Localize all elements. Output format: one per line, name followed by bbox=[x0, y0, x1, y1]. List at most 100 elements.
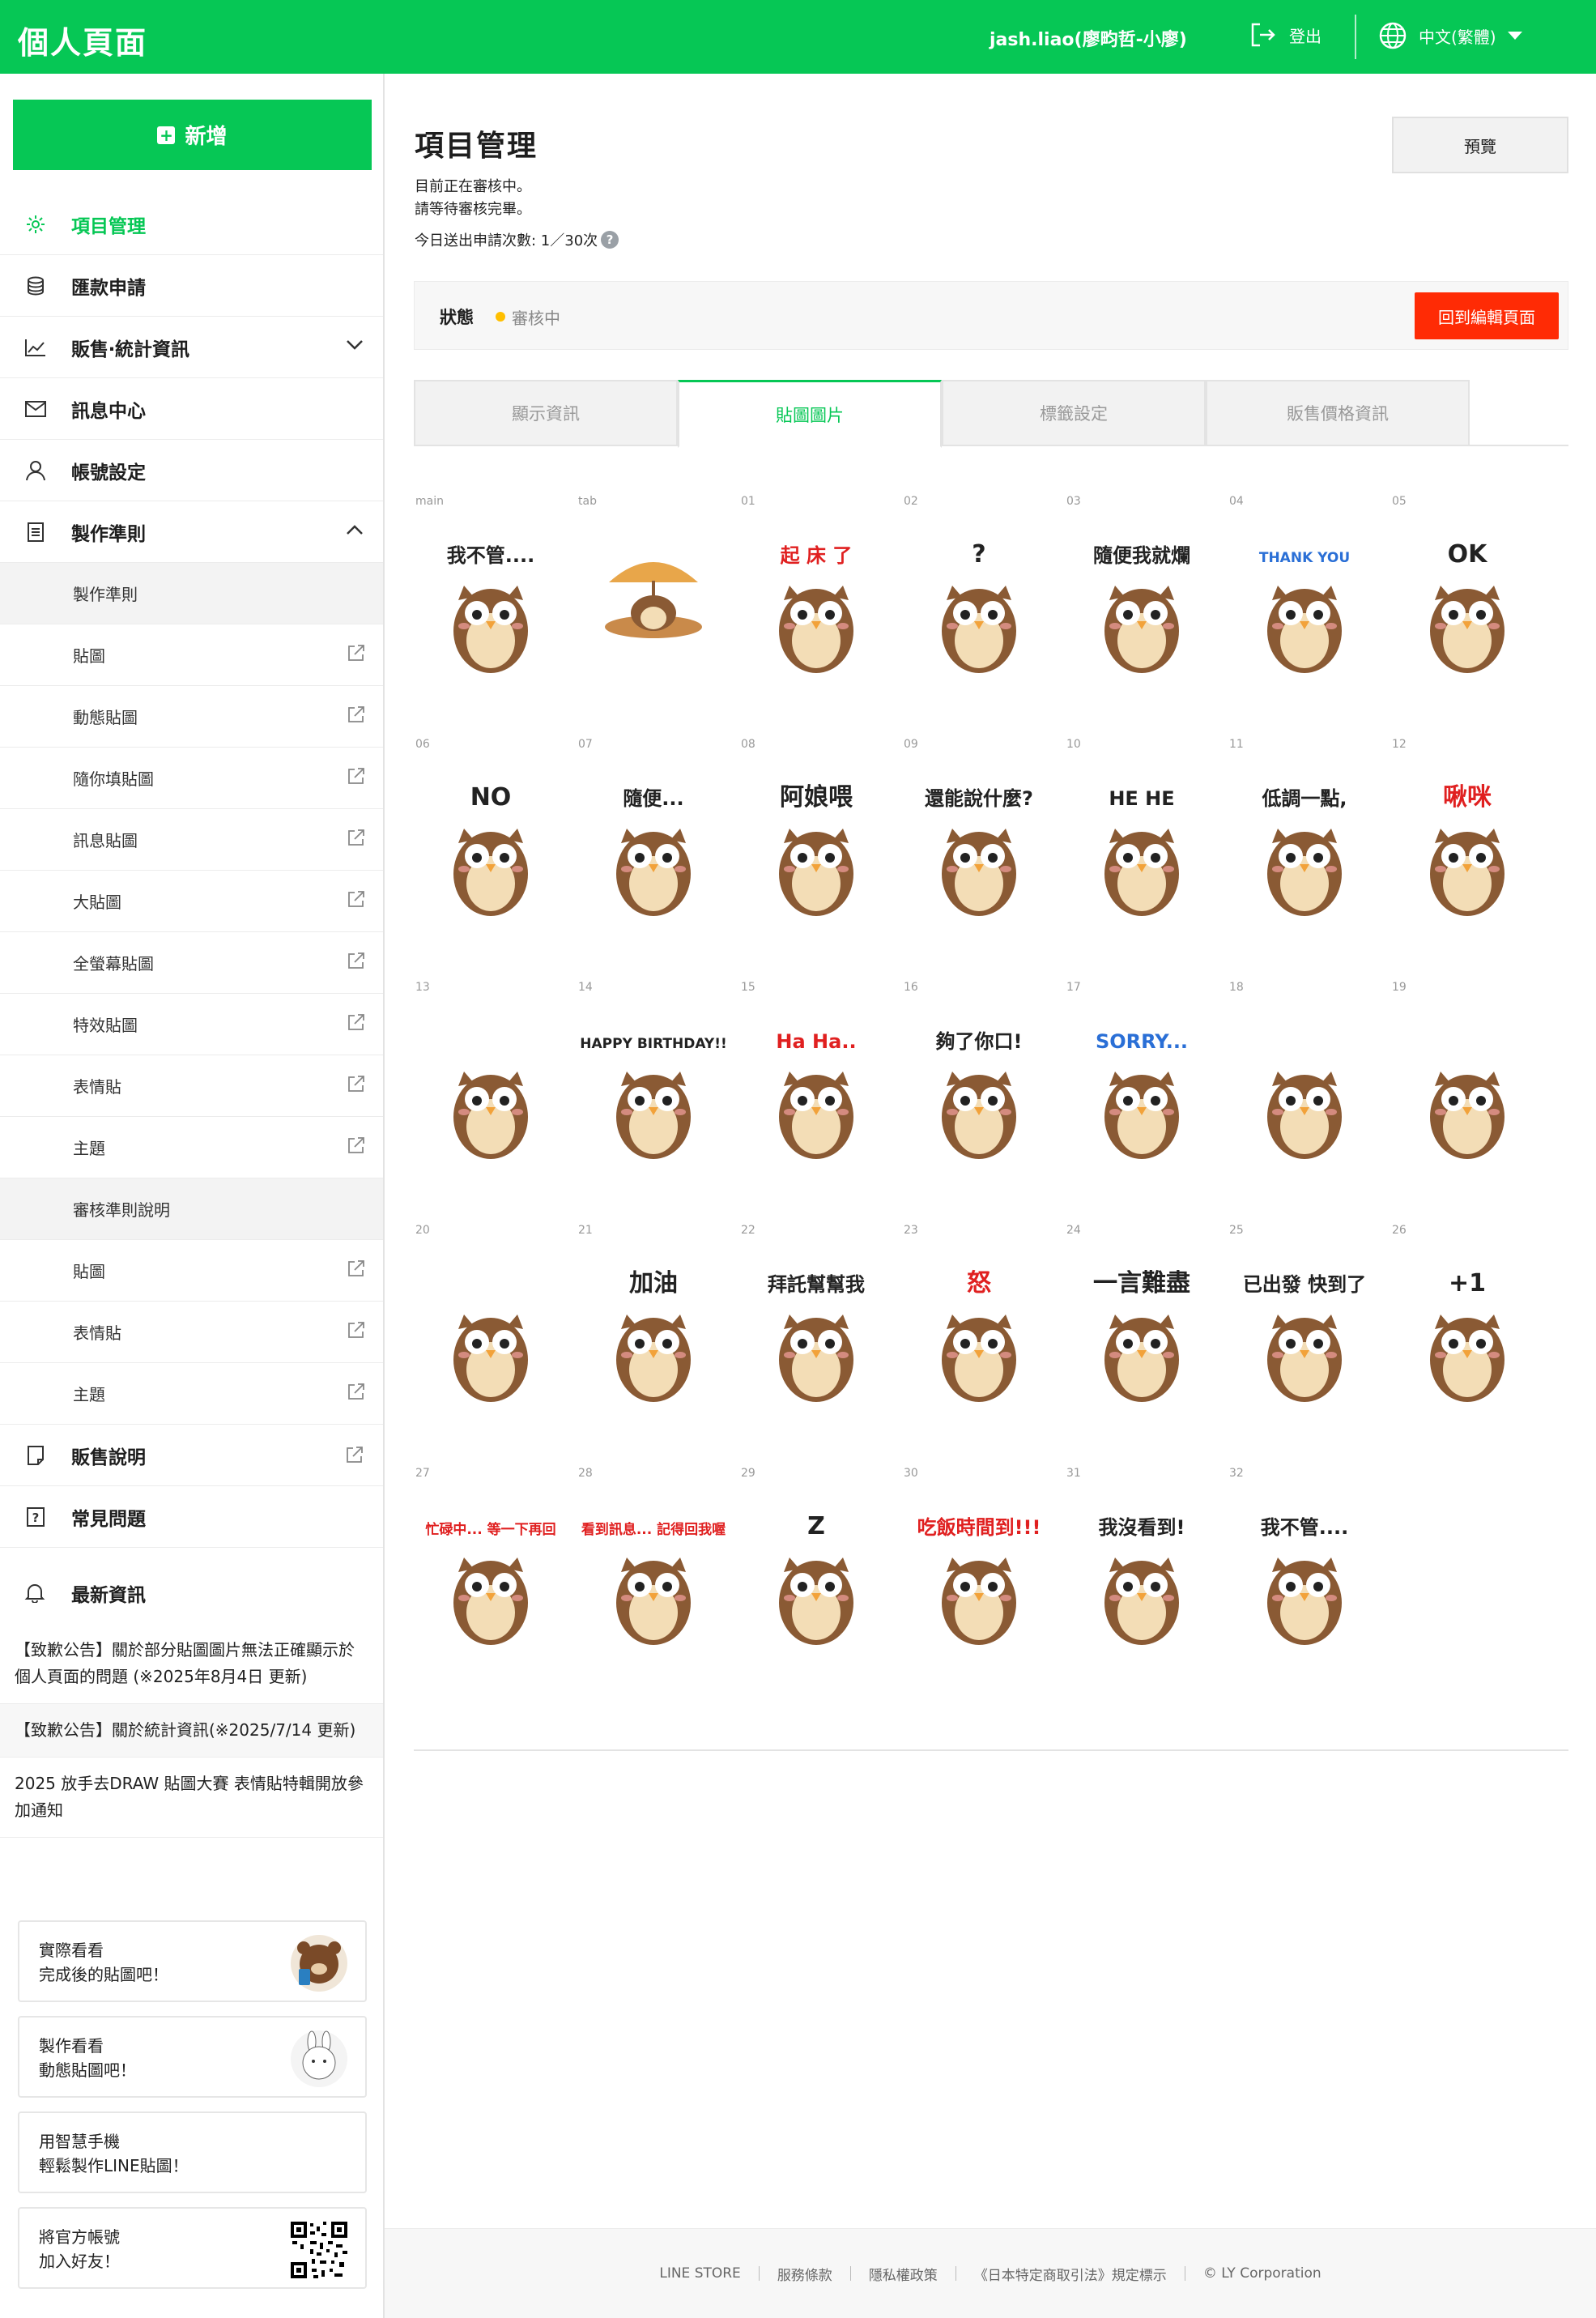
sidebar-item-sales-info[interactable]: 販售說明 bbox=[0, 1425, 383, 1486]
sidebar-subitem[interactable]: 動態貼圖 bbox=[0, 686, 383, 748]
sticker-item[interactable]: 20 bbox=[414, 1224, 576, 1467]
sidebar-item-label: 常見問題 bbox=[71, 1508, 146, 1530]
tab-bar: 顯示資訊 貼圖圖片 標籤設定 販售價格資訊 bbox=[414, 380, 1568, 448]
sidebar-subitem[interactable]: 隨你填貼圖 bbox=[0, 748, 383, 809]
coins-icon bbox=[24, 275, 47, 297]
owl-sticker-image: 隨便我就爛 bbox=[1093, 544, 1190, 673]
sticker-item[interactable]: 04 THANK YOU bbox=[1228, 495, 1390, 738]
sticker-item[interactable]: 01 起 床 了 bbox=[739, 495, 901, 738]
help-icon[interactable]: ? bbox=[601, 231, 619, 249]
sticker-item[interactable]: 10 HE HE bbox=[1065, 738, 1227, 981]
sticker-item[interactable]: 03 隨便我就爛 bbox=[1065, 495, 1227, 738]
owl-sticker-image: 吃飯時間到!!! bbox=[917, 1516, 1041, 1645]
sidebar-subitem[interactable]: 大貼圖 bbox=[0, 871, 383, 932]
sidebar-subitem[interactable]: 特效貼圖 bbox=[0, 994, 383, 1055]
footer-link-commerce-law[interactable]: 《日本特定商取引法》規定標示 bbox=[974, 2264, 1167, 2284]
sticker-item[interactable]: 06 NO bbox=[414, 738, 576, 981]
sticker-item[interactable]: 28 看到訊息... 記得回我喔 bbox=[577, 1467, 738, 1710]
sticker-number: tab bbox=[578, 495, 597, 508]
sticker-item[interactable]: 26 +1 bbox=[1390, 1224, 1552, 1467]
sidebar-subitem[interactable]: 訊息貼圖 bbox=[0, 809, 383, 871]
sticker-item[interactable]: 27 忙碌中... 等一下再回 bbox=[414, 1467, 576, 1710]
sticker-caption: 我沒看到! bbox=[1099, 1516, 1185, 1539]
sticker-item[interactable]: 12 啾咪 bbox=[1390, 738, 1552, 981]
sidebar-subitem[interactable]: 主題 bbox=[0, 1117, 383, 1178]
sticker-number: 22 bbox=[741, 1224, 755, 1237]
sidebar-item-account-settings[interactable]: 帳號設定 bbox=[0, 440, 383, 501]
tab-display-info[interactable]: 顯示資訊 bbox=[414, 380, 678, 446]
sticker-item[interactable]: main 我不管.... bbox=[414, 495, 576, 738]
owl-sticker-image: ? bbox=[942, 540, 1016, 673]
sticker-item[interactable]: 09 還能說什麼? bbox=[902, 738, 1064, 981]
news-item[interactable]: 【致歉公告】關於部分貼圖圖片無法正確顯示於個人頁面的問題 (※2025年8月4日… bbox=[0, 1624, 383, 1704]
sticker-item[interactable]: 02? bbox=[902, 495, 1064, 738]
sidebar-item-sales-stats[interactable]: 販售‧統計資訊 bbox=[0, 317, 383, 378]
footer-copyright: © LY Corporation bbox=[1202, 2265, 1321, 2282]
sidebar-subitem[interactable]: 貼圖 bbox=[0, 1240, 383, 1302]
sidebar-subitem[interactable]: 全螢幕貼圖 bbox=[0, 932, 383, 994]
sticker-number: 12 bbox=[1392, 738, 1407, 751]
sidebar-subitem-label: 大貼圖 bbox=[73, 893, 121, 912]
sticker-item[interactable]: 19 bbox=[1390, 981, 1552, 1224]
sticker-caption: NO bbox=[470, 783, 512, 812]
tab-tag-settings[interactable]: 標籤設定 bbox=[942, 380, 1206, 446]
latest-news-label: 最新資訊 bbox=[71, 1585, 146, 1606]
sticker-item[interactable]: 32 我不管.... bbox=[1228, 1467, 1390, 1710]
promo-card-preview[interactable]: 實際看看 完成後的貼圖吧！ bbox=[18, 1920, 367, 2002]
sticker-item[interactable]: 14 HAPPY BIRTHDAY!! bbox=[577, 981, 738, 1224]
footer-link-line-store[interactable]: LINE STORE bbox=[659, 2265, 740, 2282]
sticker-item[interactable]: 29 Z bbox=[739, 1467, 901, 1710]
tab-sticker-images[interactable]: 貼圖圖片 bbox=[678, 380, 942, 448]
sticker-item[interactable]: 31 我沒看到! bbox=[1065, 1467, 1227, 1710]
sticker-item[interactable]: 24 一言難盡 bbox=[1065, 1224, 1227, 1467]
back-to-edit-button[interactable]: 回到編輯頁面 bbox=[1415, 292, 1559, 339]
tab-sales-price[interactable]: 販售價格資訊 bbox=[1206, 380, 1470, 446]
sticker-item[interactable]: tab bbox=[577, 495, 738, 738]
sticker-item[interactable]: 08 阿娘喂 bbox=[739, 738, 901, 981]
news-item[interactable]: 【致歉公告】關於統計資訊(※2025/7/14 更新) bbox=[0, 1704, 383, 1758]
sticker-item[interactable]: 18 bbox=[1228, 981, 1390, 1224]
sidebar-subitem-label: 貼圖 bbox=[73, 1262, 105, 1281]
sticker-item[interactable]: 13 bbox=[414, 981, 576, 1224]
sticker-item[interactable]: 16 夠了你口! bbox=[902, 981, 1064, 1224]
promo-card-official-account[interactable]: 將官方帳號 加入好友！ bbox=[18, 2207, 367, 2289]
sidebar-subitem[interactable]: 製作準則 bbox=[0, 563, 383, 624]
sticker-item[interactable]: 15 Ha Ha.. bbox=[739, 981, 901, 1224]
sticker-item[interactable]: 17 SORRY... bbox=[1065, 981, 1227, 1224]
sticker-item[interactable]: 11 低調一點, bbox=[1228, 738, 1390, 981]
sticker-item[interactable]: 07 隨便... bbox=[577, 738, 738, 981]
external-link-icon bbox=[348, 952, 364, 969]
footer-link-terms[interactable]: 服務條款 bbox=[777, 2264, 832, 2284]
sticker-item[interactable]: 30 吃飯時間到!!! bbox=[902, 1467, 1064, 1710]
sidebar-subitem[interactable]: 表情貼 bbox=[0, 1055, 383, 1117]
promo-card-smartphone[interactable]: 用智慧手機 輕鬆製作LINE貼圖！ bbox=[18, 2111, 367, 2193]
new-item-button[interactable]: + 新增 bbox=[13, 100, 372, 170]
sidebar-item-message-center[interactable]: 訊息中心 bbox=[0, 378, 383, 440]
preview-button[interactable]: 預覽 bbox=[1392, 117, 1568, 173]
sidebar-item-project-management[interactable]: 項目管理 bbox=[0, 194, 383, 255]
footer-link-privacy[interactable]: 隱私權政策 bbox=[869, 2264, 938, 2284]
sticker-caption: THANK YOU bbox=[1259, 550, 1350, 566]
sticker-item[interactable]: 22 拜託幫幫我 bbox=[739, 1224, 901, 1467]
sidebar-subitem[interactable]: 貼圖 bbox=[0, 624, 383, 686]
sidebar-subitem[interactable]: 表情貼 bbox=[0, 1302, 383, 1363]
app-title[interactable]: 個人頁面 bbox=[18, 18, 147, 62]
language-selector[interactable]: 中文(繁體) bbox=[1378, 21, 1522, 50]
sidebar-item-guidelines[interactable]: 製作準則 bbox=[0, 501, 383, 563]
sticker-caption: Ha Ha.. bbox=[776, 1030, 856, 1053]
sticker-item[interactable]: 21 加油 bbox=[577, 1224, 738, 1467]
sticker-item[interactable]: 05 OK bbox=[1390, 495, 1552, 738]
sidebar-item-faq[interactable]: ? 常見問題 bbox=[0, 1486, 383, 1548]
user-name[interactable]: jash.liao(廖畇哲-小廖) bbox=[990, 25, 1187, 51]
news-item[interactable]: 2025 放手去DRAW 貼圖大賽 表情貼特輯開放參加通知 bbox=[0, 1758, 383, 1838]
promo-card-animated[interactable]: 製作看看 動態貼圖吧！ bbox=[18, 2016, 367, 2098]
chevron-down-icon bbox=[347, 340, 363, 350]
sidebar-subitem[interactable]: 主題 bbox=[0, 1363, 383, 1425]
review-guidelines-header[interactable]: 審核準則說明 bbox=[0, 1178, 383, 1240]
sticker-item[interactable]: 25 已出發 快到了 bbox=[1228, 1224, 1390, 1467]
owl-sticker-image: 一言難盡 bbox=[1093, 1269, 1190, 1402]
sidebar-item-remittance[interactable]: 匯款申請 bbox=[0, 255, 383, 317]
sticker-number: main bbox=[415, 495, 444, 508]
logout-button[interactable]: 登出 bbox=[1249, 21, 1321, 49]
sticker-item[interactable]: 23 怒 bbox=[902, 1224, 1064, 1467]
